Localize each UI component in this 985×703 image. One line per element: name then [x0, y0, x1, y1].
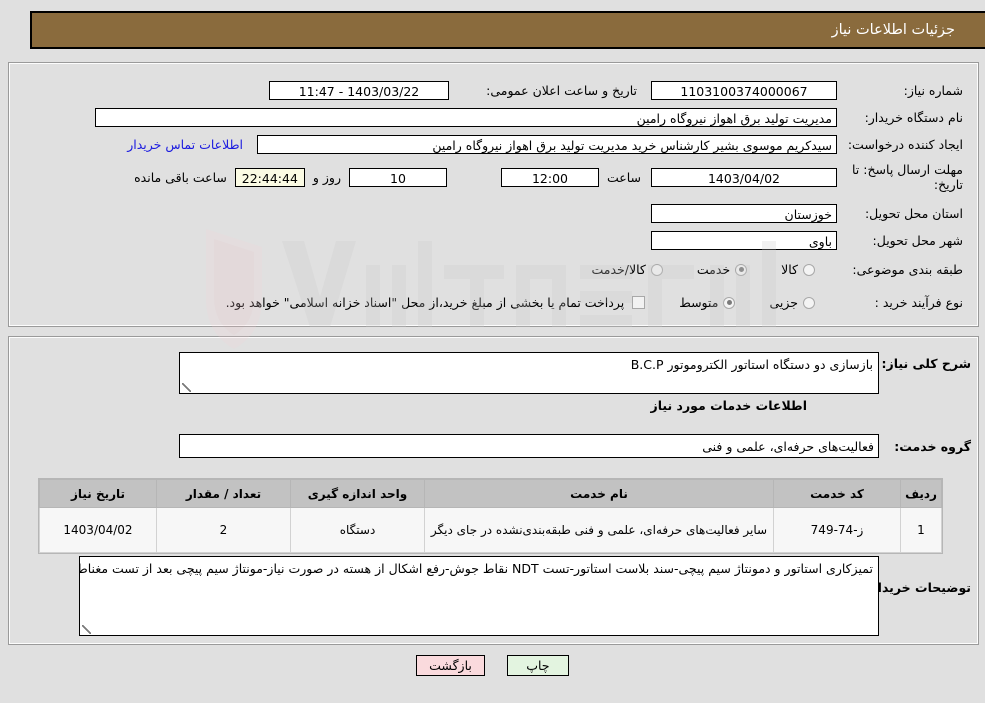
- row-creator: ایجاد کننده درخواست: سیدکریم موسوی بشیر …: [127, 135, 963, 154]
- row-process-type: نوع فرآیند خرید : جزیی متوسط پرداخت تمام…: [226, 295, 963, 310]
- cell-unit: دستگاه: [290, 507, 425, 553]
- need-summary-label: شرح کلی نیاز:: [881, 356, 971, 371]
- need-info-panel: [8, 62, 979, 327]
- th-code: کد خدمت: [773, 479, 901, 508]
- deadline-date-value: 1403/04/02: [651, 167, 837, 187]
- th-row: ردیف: [900, 479, 942, 508]
- radio-icon-kala-khedmat[interactable]: [650, 263, 663, 276]
- category-option-khedmat[interactable]: خدمت: [696, 262, 748, 277]
- row-announce-datetime: تاریخ و ساعت اعلان عمومی: 1403/03/22 - 1…: [269, 81, 637, 100]
- process-label: نوع فرآیند خرید :: [874, 295, 963, 310]
- need-number-label: شماره نیاز:: [903, 83, 963, 98]
- category-option-kala-label: کالا: [781, 262, 798, 277]
- cell-date: 1403/04/02: [39, 507, 157, 553]
- creator-value: سیدکریم موسوی بشیر کارشناس خرید مدیریت ت…: [257, 135, 837, 154]
- deadline-label: مهلت ارسال پاسخ: تا تاریخ:: [852, 162, 963, 192]
- radio-icon-motevaset[interactable]: [723, 296, 736, 309]
- row-buyer-notes: توضیحات خریدار: تمیزکاری استاتور و دمونت…: [79, 556, 971, 636]
- th-unit: واحد اندازه گیری: [290, 479, 425, 508]
- back-button[interactable]: بازگشت: [416, 655, 485, 676]
- cell-qty: 2: [156, 507, 291, 553]
- row-need-summary: شرح کلی نیاز: بازسازی دو دستگاه استاتور …: [179, 352, 971, 394]
- remaining-hours-label: ساعت باقی مانده: [134, 169, 227, 185]
- buyer-notes-textarea[interactable]: تمیزکاری استاتور و دمونتاژ سیم پیچی-سند …: [79, 556, 879, 636]
- service-group-value: فعالیت‌های حرفه‌ای، علمی و فنی: [179, 434, 879, 458]
- process-option-jozei-label: جزیی: [769, 295, 798, 310]
- services-section-title: اطلاعات خدمات مورد نیاز: [650, 398, 808, 413]
- category-option-kala-khedmat[interactable]: کالا/خدمت: [591, 262, 663, 277]
- category-option-kala[interactable]: کالا: [781, 262, 815, 277]
- province-value: خوزستان: [651, 204, 837, 223]
- radio-icon-jozei[interactable]: [803, 296, 815, 309]
- province-label: استان محل تحویل:: [864, 206, 963, 221]
- radio-icon-khedmat[interactable]: [735, 263, 748, 276]
- needs-table-wrapper: ردیف کد خدمت نام خدمت واحد اندازه گیری ت…: [38, 478, 943, 554]
- needs-table: ردیف کد خدمت نام خدمت واحد اندازه گیری ت…: [39, 479, 942, 553]
- table-header-row: ردیف کد خدمت نام خدمت واحد اندازه گیری ت…: [39, 479, 942, 508]
- buyer-contact-link[interactable]: اطلاعات تماس خریدار: [127, 137, 243, 152]
- city-label: شهر محل تحویل:: [872, 233, 963, 248]
- category-label: طبقه بندی موضوعی:: [852, 262, 963, 277]
- treasury-checkbox[interactable]: [632, 296, 646, 309]
- th-qty: تعداد / مقدار: [156, 479, 291, 508]
- category-option-khedmat-label: خدمت: [696, 262, 731, 277]
- row-need-number: شماره نیاز: 1103100374000067: [651, 81, 963, 100]
- th-date: تاریخ نیاز: [39, 479, 157, 508]
- remaining-days-value: 10: [348, 167, 447, 187]
- deadline-time-value: 12:00: [500, 167, 599, 187]
- row-category: طبقه بندی موضوعی: کالا خدمت کالا/خدمت: [591, 262, 963, 277]
- service-group-label: گروه خدمت:: [894, 438, 971, 454]
- action-button-bar: چاپ بازگشت: [0, 655, 985, 676]
- page-title: جزئیات اطلاعات نیاز: [831, 22, 955, 38]
- radio-icon-kala[interactable]: [803, 263, 815, 276]
- announce-datetime-label: تاریخ و ساعت اعلان عمومی:: [486, 83, 637, 98]
- th-name: نام خدمت: [424, 479, 774, 508]
- buyer-org-label: نام دستگاه خریدار:: [864, 110, 963, 125]
- announce-datetime-value: 1403/03/22 - 11:47: [269, 81, 449, 100]
- cell-code: ز-74-749: [773, 507, 901, 553]
- cell-row: 1: [900, 507, 942, 553]
- need-number-value: 1103100374000067: [651, 81, 837, 100]
- buyer-notes-label: توضیحات خریدار:: [865, 580, 971, 595]
- process-option-motevaset[interactable]: متوسط: [679, 295, 736, 310]
- countdown-value: 22:44:44: [234, 167, 305, 187]
- table-row: 1 ز-74-749 سایر فعالیت‌های حرفه‌ای، علمی…: [39, 507, 942, 553]
- city-value: باوی: [651, 231, 837, 250]
- row-province: استان محل تحویل: خوزستان: [651, 204, 963, 223]
- row-service-group: گروه خدمت: فعالیت‌های حرفه‌ای، علمی و فن…: [179, 434, 971, 458]
- row-city: شهر محل تحویل: باوی: [651, 231, 963, 250]
- buyer-org-value: مدیریت تولید برق اهواز نیروگاه رامین: [95, 108, 837, 127]
- page-header: جزئیات اطلاعات نیاز: [30, 11, 985, 49]
- row-buyer-org: نام دستگاه خریدار: مدیریت تولید برق اهوا…: [95, 108, 963, 127]
- category-option-kala-khedmat-label: کالا/خدمت: [591, 262, 646, 277]
- time-label: ساعت: [606, 169, 641, 185]
- print-button[interactable]: چاپ: [506, 655, 569, 676]
- treasury-note: پرداخت تمام یا بخشی از مبلغ خرید،از محل …: [225, 295, 625, 310]
- cell-name: سایر فعالیت‌های حرفه‌ای، علمی و فنی طبقه…: [424, 507, 774, 553]
- row-deadline: مهلت ارسال پاسخ: تا تاریخ: 1403/04/02 سا…: [134, 162, 963, 192]
- need-summary-textarea[interactable]: بازسازی دو دستگاه استاتور الکتروموتور B.…: [179, 352, 879, 394]
- creator-label: ایجاد کننده درخواست:: [847, 137, 963, 152]
- process-option-jozei[interactable]: جزیی: [769, 295, 815, 310]
- days-and-label: روز و: [312, 169, 341, 185]
- process-option-motevaset-label: متوسط: [679, 295, 719, 310]
